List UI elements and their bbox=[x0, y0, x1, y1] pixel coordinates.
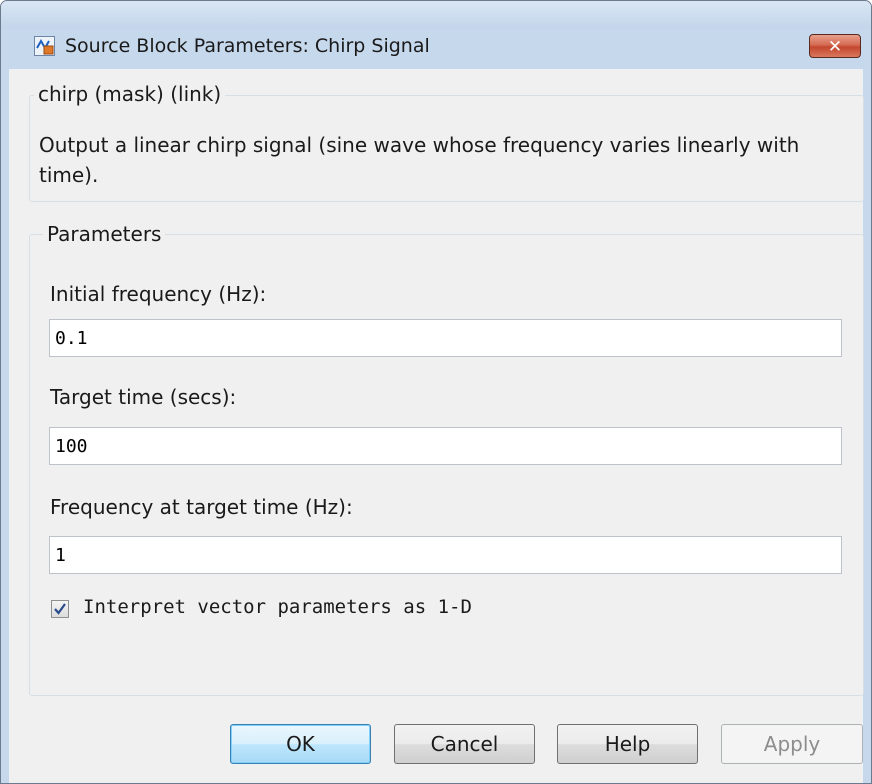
close-button[interactable]: ✕ bbox=[809, 34, 861, 58]
interpret-vector-label[interactable]: Interpret vector parameters as 1-D bbox=[83, 596, 472, 618]
block-description: Output a linear chirp signal (sine wave … bbox=[39, 133, 800, 187]
interpret-vector-checkbox[interactable] bbox=[51, 600, 69, 618]
initial-frequency-input[interactable] bbox=[49, 319, 842, 357]
apply-button[interactable]: Apply bbox=[721, 724, 863, 764]
title-bar[interactable] bbox=[1, 1, 871, 29]
cancel-button[interactable]: Cancel bbox=[394, 724, 535, 764]
initial-frequency-label: Initial frequency (Hz): bbox=[50, 282, 267, 306]
mask-group-legend: chirp (mask) (link) bbox=[34, 82, 226, 106]
parameters-group-legend: Parameters bbox=[43, 222, 166, 246]
checkmark-icon bbox=[54, 603, 66, 615]
dialog-window: Source Block Parameters: Chirp Signal ✕ … bbox=[0, 0, 872, 784]
window-title: Source Block Parameters: Chirp Signal bbox=[65, 35, 430, 57]
target-time-input[interactable] bbox=[49, 427, 842, 465]
simulink-block-icon bbox=[34, 36, 55, 56]
ok-button[interactable]: OK bbox=[230, 724, 371, 764]
help-button[interactable]: Help bbox=[557, 724, 698, 764]
frequency-at-target-time-label: Frequency at target time (Hz): bbox=[50, 495, 353, 519]
frequency-at-target-time-input[interactable] bbox=[49, 536, 842, 574]
close-icon: ✕ bbox=[827, 37, 843, 57]
target-time-label: Target time (secs): bbox=[50, 385, 237, 409]
